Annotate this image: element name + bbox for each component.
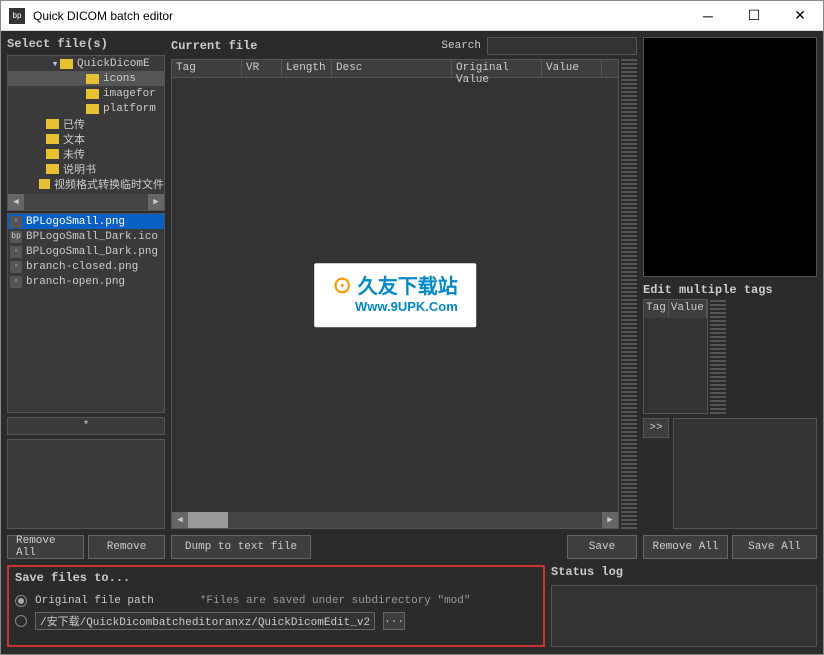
tree-item[interactable]: 文本 [8, 131, 164, 146]
save-button[interactable]: Save [567, 535, 637, 559]
app-icon: bp [9, 8, 25, 24]
tree-item[interactable]: platform [8, 101, 164, 116]
scroll-right-icon[interactable]: ▶ [602, 512, 618, 528]
folder-icon [46, 149, 59, 159]
tree-item[interactable]: 已传 [8, 116, 164, 131]
folder-tree[interactable]: ▾QuickDicomEiconsimageforplatform已传文本未传说… [7, 55, 165, 211]
tree-item[interactable]: 视频格式转换临时文件 [8, 176, 164, 191]
minimize-button[interactable]: ─ [685, 1, 731, 31]
column-header[interactable]: Value [542, 60, 602, 77]
search-input[interactable] [487, 37, 637, 55]
remove-all-button[interactable]: Remove All [7, 535, 84, 559]
tree-hscroll[interactable]: ◀ ▶ [8, 194, 164, 210]
file-item[interactable]: ▫BPLogoSmall_Dark.png [8, 244, 164, 259]
radio-original-path[interactable] [15, 595, 27, 607]
folder-icon [46, 134, 59, 144]
column-header[interactable]: Tag [644, 300, 669, 318]
edit-multiple-label: Edit multiple tags [643, 283, 817, 297]
folder-icon [60, 59, 73, 69]
select-files-label: Select file(s) [7, 37, 165, 51]
tree-item[interactable]: icons [8, 71, 164, 86]
save-all-button[interactable]: Save All [732, 535, 817, 559]
move-right-button[interactable]: >> [643, 418, 669, 438]
folder-icon [39, 179, 50, 189]
column-header[interactable]: Original Value [452, 60, 542, 77]
custom-path-input[interactable] [35, 612, 375, 630]
scroll-right-icon[interactable]: ▶ [148, 194, 164, 210]
column-header[interactable]: Length [282, 60, 332, 77]
file-icon: ▫ [10, 246, 22, 258]
column-header[interactable]: VR [242, 60, 282, 77]
file-item[interactable]: bpBPLogoSmall_Dark.ico [8, 229, 164, 244]
window-title: Quick DICOM batch editor [33, 9, 685, 23]
file-icon: ▫ [10, 216, 22, 228]
close-button[interactable]: ✕ [777, 1, 823, 31]
edit-remove-all-button[interactable]: Remove All [643, 535, 728, 559]
save-files-panel: Save files to... Original file path *Fil… [7, 565, 545, 647]
titlebar: bp Quick DICOM batch editor ─ ☐ ✕ [1, 1, 823, 31]
right-extra-box [673, 418, 817, 529]
save-files-label: Save files to... [15, 571, 537, 585]
browse-button[interactable]: ... [383, 612, 405, 630]
save-note: *Files are saved under subdirectory "mod… [200, 595, 471, 607]
left-extra-box [7, 439, 165, 529]
folder-icon [86, 104, 99, 114]
file-list[interactable]: ▫BPLogoSmall.pngbpBPLogoSmall_Dark.ico▫B… [7, 213, 165, 413]
dump-button[interactable]: Dump to text file [171, 535, 311, 559]
file-item[interactable]: ▫branch-open.png [8, 274, 164, 289]
tree-item[interactable]: 说明书 [8, 161, 164, 176]
maximize-button[interactable]: ☐ [731, 1, 777, 31]
folder-icon [86, 74, 99, 84]
filter-button[interactable]: * [7, 417, 165, 435]
file-item[interactable]: ▫branch-closed.png [8, 259, 164, 274]
current-file-label: Current file [171, 39, 257, 53]
scroll-left-icon[interactable]: ◀ [8, 194, 24, 210]
status-log-label: Status log [551, 565, 817, 579]
table-hscroll[interactable]: ◀ ▶ [172, 512, 618, 528]
file-icon: ▫ [10, 261, 22, 273]
radio-custom-path[interactable] [15, 615, 27, 627]
column-header[interactable]: Value [669, 300, 707, 318]
image-preview [643, 37, 817, 277]
folder-icon [46, 164, 59, 174]
file-item[interactable]: ▫BPLogoSmall.png [8, 214, 164, 229]
file-icon: ▫ [10, 276, 22, 288]
file-icon: bp [10, 231, 22, 243]
table-vscroll[interactable] [621, 59, 637, 529]
watermark-logo: ⊙ 久友下载站 Www.9UPK.Com [314, 263, 476, 327]
column-header[interactable]: Tag [172, 60, 242, 77]
status-log-box [551, 585, 817, 647]
tag-table[interactable]: TagVRLengthDescOriginal ValueValue WWW.9… [171, 59, 619, 529]
tree-item[interactable]: 未传 [8, 146, 164, 161]
edit-tags-table[interactable]: TagValue [643, 299, 708, 414]
tree-item[interactable]: imagefor [8, 86, 164, 101]
column-header[interactable]: Desc [332, 60, 452, 77]
search-label: Search [441, 40, 481, 52]
folder-icon [86, 89, 99, 99]
edit-vscroll[interactable] [710, 299, 726, 414]
tree-item[interactable]: ▾QuickDicomE [8, 56, 164, 71]
radio-original-label: Original file path [35, 595, 154, 607]
folder-icon [46, 119, 59, 129]
remove-button[interactable]: Remove [88, 535, 165, 559]
scroll-left-icon[interactable]: ◀ [172, 512, 188, 528]
